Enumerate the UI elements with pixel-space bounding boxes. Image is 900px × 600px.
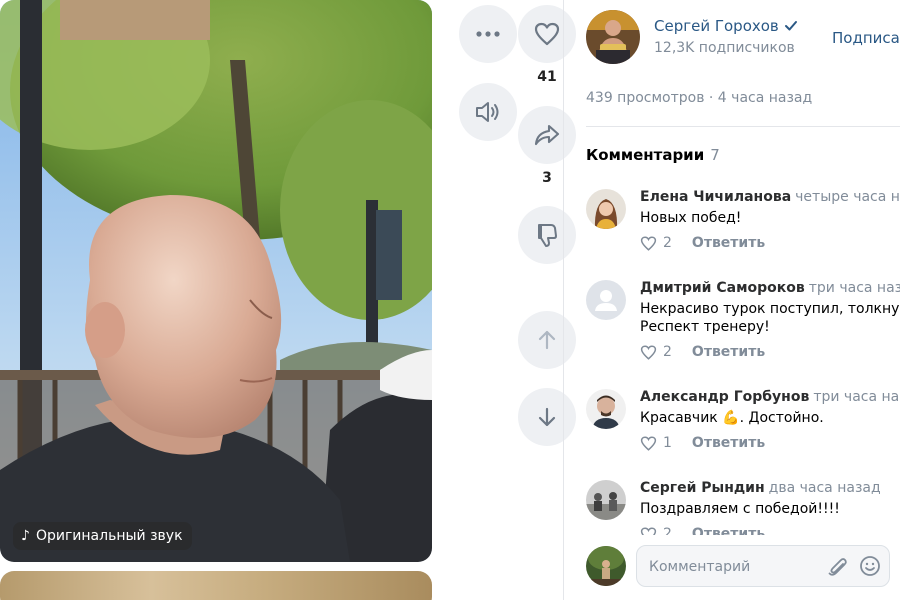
comment-like-count: 1: [663, 435, 672, 451]
commenter-avatar-image: [586, 480, 626, 520]
my-avatar[interactable]: [586, 546, 626, 586]
commenter-name[interactable]: Елена Чичиланова: [640, 189, 791, 205]
heart-icon: [534, 22, 560, 46]
share-icon: [534, 124, 560, 146]
default-avatar-icon: [586, 280, 626, 320]
reply-button[interactable]: Ответить: [692, 344, 765, 360]
commenter-name[interactable]: Дмитрий Самороков: [640, 280, 805, 296]
like-count: 41: [537, 69, 557, 85]
comment-text: Новых побед!: [640, 210, 742, 226]
music-note-icon: ♪: [21, 528, 30, 544]
arrow-up-icon: [538, 330, 556, 350]
dislike-button[interactable]: [518, 206, 576, 264]
heart-icon[interactable]: [640, 435, 657, 451]
comment-like-count: 2: [663, 344, 672, 360]
author-avatar-image: [586, 10, 640, 64]
commenter-avatar-image: [586, 189, 626, 229]
commenter-avatar[interactable]: [586, 389, 626, 429]
comment-text: Красавчик 💪. Достойно.: [640, 410, 824, 426]
comment-actions: 1 Ответить: [640, 435, 765, 451]
original-sound-label: Оригинальный звук: [35, 528, 183, 544]
reply-button[interactable]: Ответить: [692, 435, 765, 451]
comment-meta: Елена Чичилановачетыре часа назад: [640, 189, 900, 205]
comment-meta: Дмитрий Самороковтри часа назад: [640, 280, 900, 296]
comment-input[interactable]: [649, 555, 819, 579]
author-avatar[interactable]: [586, 10, 640, 64]
commenter-avatar[interactable]: [586, 189, 626, 229]
comment-item: Дмитрий Самороковтри часа назад Некрасив…: [586, 280, 900, 365]
share-count: 3: [542, 170, 552, 186]
section-divider: [586, 126, 900, 127]
comments-count: 7: [710, 146, 720, 164]
comment-item: Александр Горбуновтри часа назад Красавч…: [586, 389, 900, 459]
reply-button[interactable]: Ответить: [692, 235, 765, 251]
comment-time: два часа назад: [768, 480, 881, 496]
subscriber-count: 12,3K подписчиков: [654, 40, 795, 56]
commenter-avatar-image: [586, 389, 626, 429]
comment-item: Елена Чичилановачетыре часа назад Новых …: [586, 189, 900, 259]
video-frame: [0, 0, 432, 562]
heart-icon[interactable]: [640, 235, 657, 251]
vk-clip-viewer: ♪ Оригинальный звук 41 3 Сергей Горохов …: [0, 0, 900, 600]
dislike-icon: [538, 224, 557, 247]
more-button[interactable]: [459, 5, 517, 63]
author-name-link[interactable]: Сергей Горохов: [654, 17, 798, 35]
comment-text: Некрасиво турок поступил, толкнув тре Ре…: [640, 301, 900, 335]
commenter-avatar[interactable]: [586, 480, 626, 520]
paperclip-icon[interactable]: [827, 555, 849, 579]
comment-actions: 2 Ответить: [640, 344, 765, 360]
views-and-time: 439 просмотров · 4 часа назад: [586, 90, 813, 106]
more-icon: [476, 31, 500, 37]
arrow-down-icon: [538, 407, 556, 427]
next-clip-button[interactable]: [518, 388, 576, 446]
smile-icon[interactable]: [859, 555, 881, 577]
commenter-avatar[interactable]: [586, 280, 626, 320]
comment-time: три часа назад: [808, 280, 900, 296]
commenter-name[interactable]: Александр Горбунов: [640, 389, 809, 405]
comment-time: четыре часа назад: [795, 189, 900, 205]
volume-icon: [476, 102, 499, 122]
my-avatar-image: [586, 546, 626, 586]
heart-icon[interactable]: [640, 344, 657, 360]
comment-input-box[interactable]: [636, 545, 890, 587]
video-player[interactable]: ♪ Оригинальный звук: [0, 0, 432, 562]
subscribe-button[interactable]: Подписаться: [832, 29, 900, 47]
comment-actions: 2 Ответить: [640, 235, 765, 251]
previous-clip-button[interactable]: [518, 311, 576, 369]
author-name: Сергей Горохов: [654, 17, 779, 35]
comment-text: Поздравляем с победой!!!!: [640, 501, 840, 517]
verified-icon: [784, 21, 797, 31]
comment-meta: Александр Горбуновтри часа назад: [640, 389, 900, 405]
comments-title: Комментарии: [586, 146, 705, 164]
comments-header: Комментарии 7: [586, 146, 720, 164]
original-sound-badge[interactable]: ♪ Оригинальный звук: [13, 522, 192, 550]
like-button[interactable]: [518, 5, 576, 63]
comment-meta: Сергей Рындин два часа назад: [640, 480, 881, 496]
panel-divider: [563, 0, 564, 600]
share-button[interactable]: [518, 106, 576, 164]
next-video-preview[interactable]: [0, 571, 432, 600]
commenter-name[interactable]: Сергей Рындин: [640, 480, 765, 496]
comment-like-count: 2: [663, 235, 672, 251]
comment-time: три часа назад: [813, 389, 900, 405]
volume-button[interactable]: [459, 83, 517, 141]
